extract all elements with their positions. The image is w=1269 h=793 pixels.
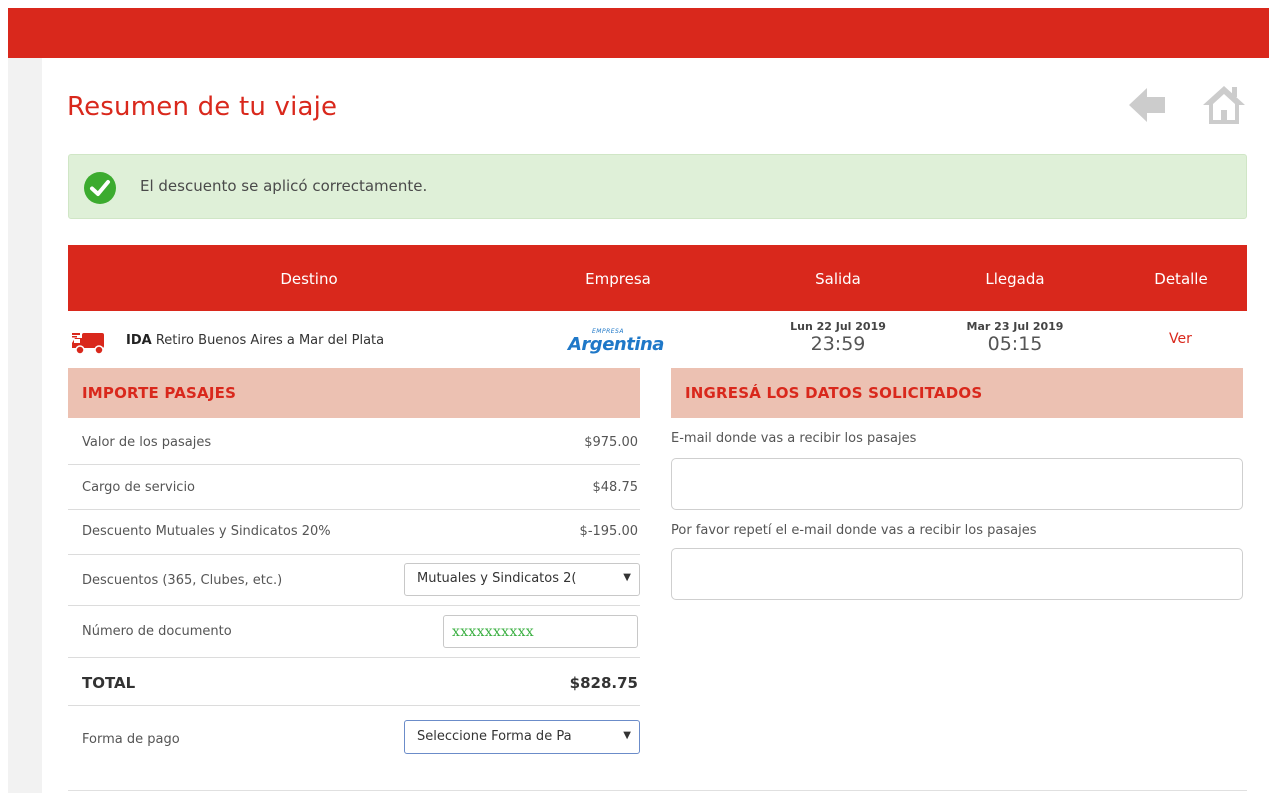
email-label: E-mail donde vas a recibir los pasajes [671,431,917,446]
arrival: Mar 23 Jul 2019 05:15 [945,320,1085,355]
forma-pago-select-value: Seleccione Forma de Pa [417,729,572,744]
row-descuento-aplicado: Descuento Mutuales y Sindicatos 20% $-19… [68,510,640,555]
documento-input[interactable]: xxxxxxxxxx [443,615,638,648]
email-input[interactable] [671,458,1243,510]
datos-header: INGRESÁ LOS DATOS SOLICITADOS [671,368,1243,418]
header-llegada: Llegada [985,270,1045,288]
header-salida: Salida [815,270,861,288]
departure: Lun 22 Jul 2019 23:59 [768,320,908,355]
page-title: Resumen de tu viaje [67,92,338,122]
arrival-time: 05:15 [987,333,1043,355]
trip-table-header: Destino Empresa Salida Llegada Detalle [68,245,1247,311]
arrival-date: Mar 23 Jul 2019 [966,320,1064,333]
back-arrow-icon[interactable] [1125,82,1171,128]
trip-direction: IDA [126,333,152,348]
documento-value: xxxxxxxxxx [452,624,534,640]
datos-title: INGRESÁ LOS DATOS SOLICITADOS [685,384,983,402]
company-logo: EMPRESA Argentina [568,326,664,356]
descuentos-select-label: Descuentos (365, Clubes, etc.) [82,573,283,588]
left-sidebar-strip [8,58,42,793]
select-arrow-icon: ▼ [623,572,631,583]
forma-pago-select[interactable]: Seleccione Forma de Pa ▼ [404,720,640,754]
alert-message: El descuento se aplicó correctamente. [140,177,428,195]
total-label: TOTAL [82,674,136,692]
select-arrow-icon: ▼ [623,730,631,741]
row-total: TOTAL $828.75 [68,658,640,706]
detail-link[interactable]: Ver [1169,331,1192,347]
trip-row: IDA Retiro Buenos Aires a Mar del Plata … [68,318,1247,368]
row-forma-pago: Forma de pago Seleccione Forma de Pa ▼ [68,706,640,764]
importe-header: IMPORTE PASAJES [68,368,640,418]
valor-amount: $975.00 [584,435,638,450]
forma-pago-label: Forma de pago [82,732,180,747]
email-repeat-input[interactable] [671,548,1243,600]
trip-description: IDA Retiro Buenos Aires a Mar del Plata [126,333,384,348]
row-valor-pasajes: Valor de los pasajes $975.00 [68,418,640,465]
descuento-label: Descuento Mutuales y Sindicatos 20% [82,524,331,539]
departure-date: Lun 22 Jul 2019 [790,320,886,333]
email-repeat-label: Por favor repetí el e-mail donde vas a r… [671,523,1037,538]
cargo-label: Cargo de servicio [82,480,196,495]
cargo-amount: $48.75 [592,480,639,495]
descuentos-select-value: Mutuales y Sindicatos 2( [417,571,577,586]
nav-icons [1125,82,1250,128]
header-empresa: Empresa [585,270,651,288]
valor-label: Valor de los pasajes [82,435,212,450]
departure-time: 23:59 [810,333,866,355]
company-logo-text: Argentina [568,334,664,355]
row-documento: Número de documento xxxxxxxxxx [68,606,640,658]
header-detalle: Detalle [1154,270,1208,288]
importe-title: IMPORTE PASAJES [82,384,237,402]
header-destino: Destino [280,270,338,288]
row-cargo-servicio: Cargo de servicio $48.75 [68,465,640,510]
trip-route: Retiro Buenos Aires a Mar del Plata [155,333,385,348]
bottom-divider [68,790,1247,791]
row-descuentos-select: Descuentos (365, Clubes, etc.) Mutuales … [68,555,640,606]
check-circle-icon [84,172,116,204]
total-amount: $828.75 [569,674,638,692]
top-header-bar [8,8,1269,58]
descuentos-select[interactable]: Mutuales y Sindicatos 2( ▼ [404,563,640,596]
success-alert: El descuento se aplicó correctamente. [68,154,1247,219]
home-icon[interactable] [1201,82,1247,128]
documento-label: Número de documento [82,624,232,639]
bus-truck-icon [72,333,104,355]
descuento-amount: $-195.00 [579,524,638,539]
